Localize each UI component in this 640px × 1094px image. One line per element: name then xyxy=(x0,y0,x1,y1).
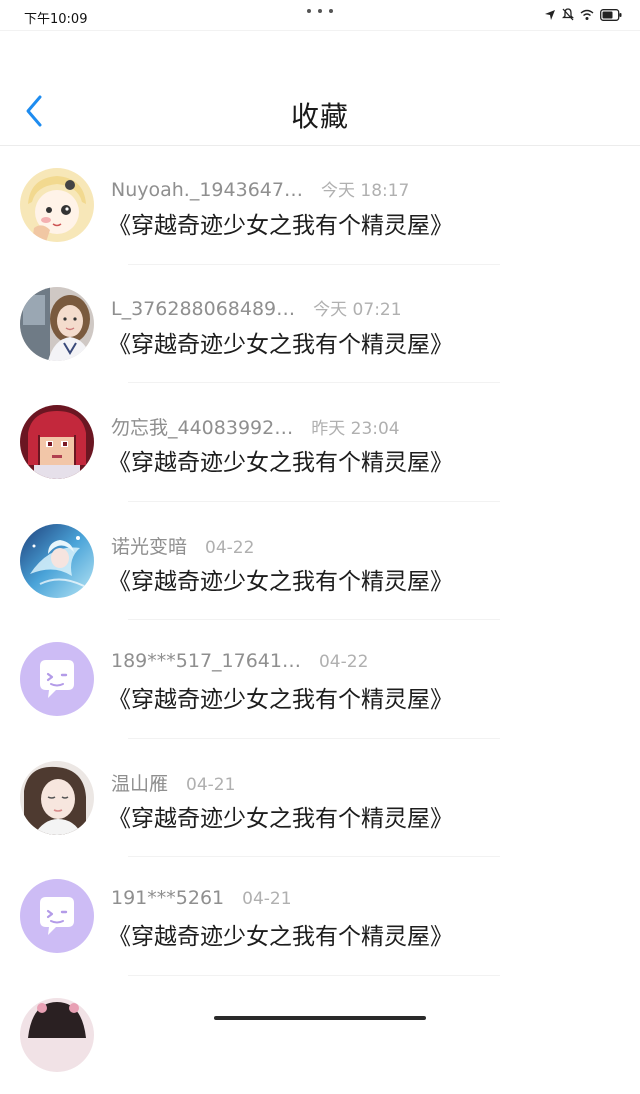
location-arrow-icon xyxy=(544,9,556,21)
list-item[interactable]: 191***5261 04-21 《穿越奇迹少女之我有个精灵屋》 xyxy=(0,857,640,976)
status-bar: 下午10:09 xyxy=(0,0,640,30)
book-title[interactable]: 《穿越奇迹少女之我有个精灵屋》 xyxy=(108,917,453,951)
item-meta: Nuyoah._1943647… 今天 18:17 xyxy=(111,176,409,201)
battery-icon xyxy=(600,9,622,21)
item-meta: 诺光变暗 04-22 xyxy=(111,532,254,559)
timestamp: 04-21 xyxy=(242,889,291,909)
user-name[interactable]: 191***5261 xyxy=(111,887,224,909)
item-meta: 温山雁 04-21 xyxy=(111,769,235,796)
item-meta: 191***5261 04-21 xyxy=(111,887,292,909)
timestamp: 昨天 23:04 xyxy=(311,414,399,439)
user-name[interactable]: L_376288068489… xyxy=(111,298,295,320)
mute-bell-icon xyxy=(562,8,574,21)
header: 收藏 xyxy=(0,30,640,146)
item-meta: 勿忘我_44083992… 昨天 23:04 xyxy=(111,413,400,440)
book-title[interactable]: 《穿越奇迹少女之我有个精灵屋》 xyxy=(108,562,453,596)
avatar[interactable] xyxy=(20,524,94,598)
item-meta: 189***517_17641… 04-22 xyxy=(111,650,368,672)
status-time: 下午10:09 xyxy=(24,8,87,27)
book-title[interactable]: 《穿越奇迹少女之我有个精灵屋》 xyxy=(108,206,453,240)
timestamp: 04-22 xyxy=(319,652,368,672)
status-icons xyxy=(544,8,622,21)
avatar[interactable] xyxy=(20,168,94,242)
avatar[interactable] xyxy=(20,642,94,716)
book-title[interactable]: 《穿越奇迹少女之我有个精灵屋》 xyxy=(108,443,453,477)
list-item[interactable]: 勿忘我_44083992… 昨天 23:04 《穿越奇迹少女之我有个精灵屋》 xyxy=(0,383,640,502)
list-item[interactable]: 温山雁 04-21 《穿越奇迹少女之我有个精灵屋》 xyxy=(0,739,640,858)
timestamp: 04-21 xyxy=(186,775,235,795)
list-item[interactable]: 诺光变暗 04-22 《穿越奇迹少女之我有个精灵屋》 xyxy=(0,502,640,621)
list-item[interactable]: L_376288068489… 今天 07:21 《穿越奇迹少女之我有个精灵屋》 xyxy=(0,265,640,384)
avatar[interactable] xyxy=(20,761,94,835)
item-meta: L_376288068489… 今天 07:21 xyxy=(111,295,402,320)
timestamp: 今天 07:21 xyxy=(313,295,401,320)
user-name[interactable]: 勿忘我_44083992… xyxy=(111,413,293,440)
more-dots-icon xyxy=(307,6,333,16)
book-title[interactable]: 《穿越奇迹少女之我有个精灵屋》 xyxy=(108,325,453,359)
favorites-list: Nuyoah._1943647… 今天 18:17 《穿越奇迹少女之我有个精灵屋… xyxy=(0,146,640,1094)
list-item[interactable] xyxy=(0,976,640,1094)
wifi-icon xyxy=(580,9,594,21)
list-item[interactable]: 189***517_17641… 04-22 《穿越奇迹少女之我有个精灵屋》 xyxy=(0,620,640,739)
avatar[interactable] xyxy=(20,405,94,479)
page-title: 收藏 xyxy=(0,95,640,135)
user-name[interactable]: 诺光变暗 xyxy=(111,532,187,559)
avatar[interactable] xyxy=(20,879,94,953)
user-name[interactable]: Nuyoah._1943647… xyxy=(111,179,303,201)
timestamp: 04-22 xyxy=(205,538,254,558)
timestamp: 今天 18:17 xyxy=(321,176,409,201)
home-indicator[interactable] xyxy=(214,1016,426,1020)
book-title[interactable]: 《穿越奇迹少女之我有个精灵屋》 xyxy=(108,680,453,714)
list-item[interactable]: Nuyoah._1943647… 今天 18:17 《穿越奇迹少女之我有个精灵屋… xyxy=(0,146,640,265)
user-name[interactable]: 温山雁 xyxy=(111,769,168,796)
book-title[interactable]: 《穿越奇迹少女之我有个精灵屋》 xyxy=(108,799,453,833)
avatar[interactable] xyxy=(20,998,94,1072)
avatar[interactable] xyxy=(20,287,94,361)
user-name[interactable]: 189***517_17641… xyxy=(111,650,301,672)
